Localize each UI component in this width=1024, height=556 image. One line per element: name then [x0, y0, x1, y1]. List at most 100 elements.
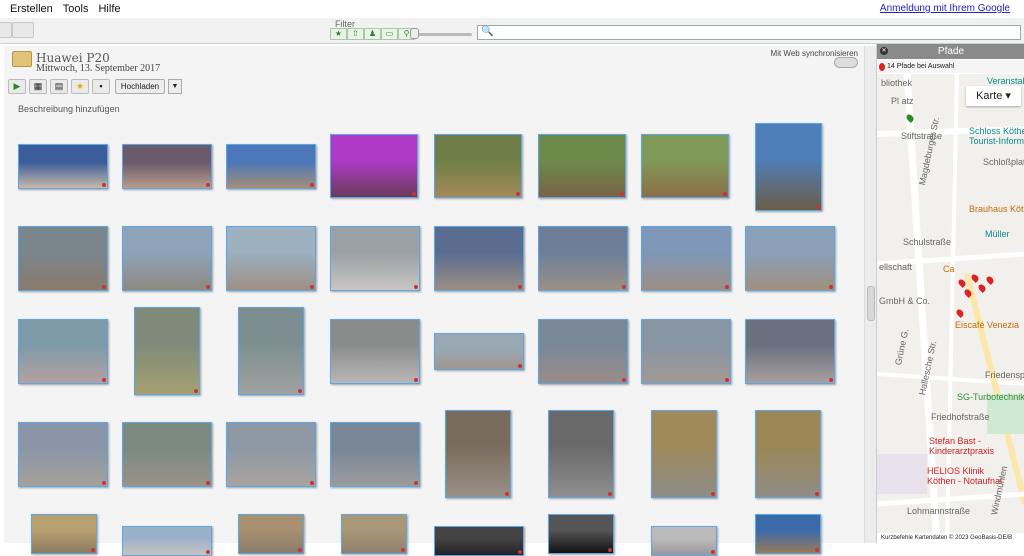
map-label: Köthen - Notaufnal: [927, 476, 1003, 486]
location-pin-icon: [518, 364, 522, 368]
photo-thumbnail[interactable]: [538, 226, 628, 291]
location-pin-icon: [206, 285, 210, 289]
map-label: Friedhofstraße: [931, 412, 990, 422]
menu-bar: Erstellen Tools Hilfe Anmeldung mit Ihre…: [0, 0, 1024, 18]
filter-slider-knob[interactable]: [410, 28, 419, 39]
photo-thumbnail[interactable]: [330, 134, 418, 198]
photo-thumbnail[interactable]: [434, 134, 522, 198]
photo-thumbnail[interactable]: [330, 319, 420, 384]
map-label: Tourist-Inform: [969, 136, 1024, 146]
location-pin-icon: [723, 192, 727, 196]
search-input[interactable]: 🔍: [477, 25, 1021, 40]
photo-thumbnail[interactable]: [330, 422, 420, 487]
map-label: Pl atz: [891, 96, 914, 106]
location-pin-icon: [518, 285, 522, 289]
photo-thumbnail[interactable]: [745, 226, 835, 291]
play-slideshow-button[interactable]: ▶: [8, 79, 26, 94]
location-pin-icon: [829, 285, 833, 289]
photo-thumbnail[interactable]: [651, 410, 717, 498]
location-pin-icon: [102, 285, 106, 289]
photo-thumbnail[interactable]: [226, 144, 316, 189]
photo-thumbnail[interactable]: [18, 226, 108, 291]
photo-thumbnail[interactable]: [434, 526, 524, 556]
photo-thumbnail[interactable]: [755, 410, 821, 498]
location-pin-icon: [622, 285, 626, 289]
filter-slider[interactable]: [414, 33, 472, 36]
location-pin-icon: [102, 183, 106, 187]
paths-info-text: 14 Pfade bei Auswahl: [887, 63, 955, 70]
photo-thumbnail[interactable]: [538, 319, 628, 384]
location-pin-icon: [516, 192, 520, 196]
map-footer: Kurzbefehle Kartendaten © 2023 GeoBasis-…: [877, 533, 1024, 543]
location-pin-icon: [298, 548, 302, 552]
back-button[interactable]: [0, 22, 12, 38]
photo-thumbnail[interactable]: [31, 514, 97, 554]
photo-thumbnail[interactable]: [122, 422, 212, 487]
location-pin-icon: [711, 550, 715, 554]
photo-thumbnail[interactable]: [122, 226, 212, 291]
paths-info: 14 Pfade bei Auswahl: [877, 60, 1024, 73]
location-pin-icon: [608, 492, 612, 496]
photo-thumbnail[interactable]: [18, 319, 108, 384]
map-label: Veranstalt: [987, 76, 1024, 86]
photo-thumbnail[interactable]: [330, 226, 420, 291]
photo-thumbnail[interactable]: [122, 144, 212, 189]
photo-thumbnail[interactable]: [226, 422, 316, 487]
sync-toggle[interactable]: [834, 57, 858, 68]
photo-thumbnail[interactable]: [18, 144, 108, 189]
photo-thumbnail[interactable]: [434, 226, 524, 291]
filter-upload-button[interactable]: ⇧: [347, 28, 364, 40]
photo-thumbnail[interactable]: [641, 134, 729, 198]
filter-buttons: ★ ⇧ ♟ ▭ ⚲: [330, 28, 415, 40]
photo-thumbnail[interactable]: [238, 307, 304, 395]
photo-thumbnail[interactable]: [226, 226, 316, 291]
save-disk-button[interactable]: ▪: [92, 79, 110, 94]
movie-button[interactable]: ▤: [50, 79, 68, 94]
filter-people-button[interactable]: ♟: [364, 28, 381, 40]
photo-thumbnail[interactable]: [548, 514, 614, 554]
photo-thumbnail[interactable]: [445, 410, 511, 498]
album-date: Mittwoch, 13. September 2017: [36, 63, 161, 74]
photo-thumbnail[interactable]: [134, 307, 200, 395]
menu-hilfe[interactable]: Hilfe: [93, 3, 125, 15]
close-icon[interactable]: ✕: [880, 47, 888, 55]
map-label: Eiscafé Venezia: [955, 320, 1020, 330]
upload-button[interactable]: Hochladen: [115, 79, 165, 94]
location-pin-icon: [298, 389, 302, 393]
paths-panel: ✕ Pfade 14 Pfade bei Auswahl Karte ▾ bli…: [876, 44, 1024, 543]
star-button[interactable]: ★: [71, 79, 89, 94]
filter-video-button[interactable]: ▭: [381, 28, 398, 40]
photo-thumbnail[interactable]: [641, 226, 731, 291]
photo-thumbnail[interactable]: [18, 422, 108, 487]
map-type-select[interactable]: Karte ▾: [966, 86, 1021, 106]
filter-star-button[interactable]: ★: [330, 28, 347, 40]
add-description[interactable]: Beschreibung hinzufügen: [18, 104, 120, 114]
location-pin-icon: [206, 550, 210, 554]
menu-erstellen[interactable]: Erstellen: [0, 3, 58, 15]
location-pin-icon: [505, 492, 509, 496]
photo-thumbnail[interactable]: [548, 410, 614, 498]
photo-thumbnail[interactable]: [122, 526, 212, 556]
scrollbar[interactable]: [864, 46, 876, 543]
photo-thumbnail[interactable]: [745, 319, 835, 384]
scrollbar-thumb[interactable]: [867, 286, 875, 321]
photo-thumbnail[interactable]: [755, 123, 822, 211]
photo-thumbnail[interactable]: [641, 319, 731, 384]
location-pin-icon: [412, 192, 416, 196]
collage-button[interactable]: ▦: [29, 79, 47, 94]
upload-dropdown-icon[interactable]: ▼: [168, 79, 182, 94]
location-pin-icon: [816, 205, 820, 209]
search-icon: 🔍: [481, 26, 494, 37]
map-label: ellschaft: [879, 262, 913, 272]
location-pin-icon: [622, 378, 626, 382]
google-signin-link[interactable]: Anmeldung mit Ihrem Google: [880, 3, 1010, 14]
photo-thumbnail[interactable]: [651, 526, 717, 556]
photo-thumbnail[interactable]: [755, 514, 821, 554]
map[interactable]: Karte ▾ bliothek Pl atz Stiftstraße Schloss…: [877, 74, 1024, 543]
photo-thumbnail[interactable]: [434, 333, 524, 370]
photo-thumbnail[interactable]: [341, 514, 407, 554]
photo-thumbnail[interactable]: [238, 514, 304, 554]
menu-tools[interactable]: Tools: [58, 3, 94, 15]
people-icon[interactable]: [12, 22, 34, 38]
photo-thumbnail[interactable]: [538, 134, 626, 198]
